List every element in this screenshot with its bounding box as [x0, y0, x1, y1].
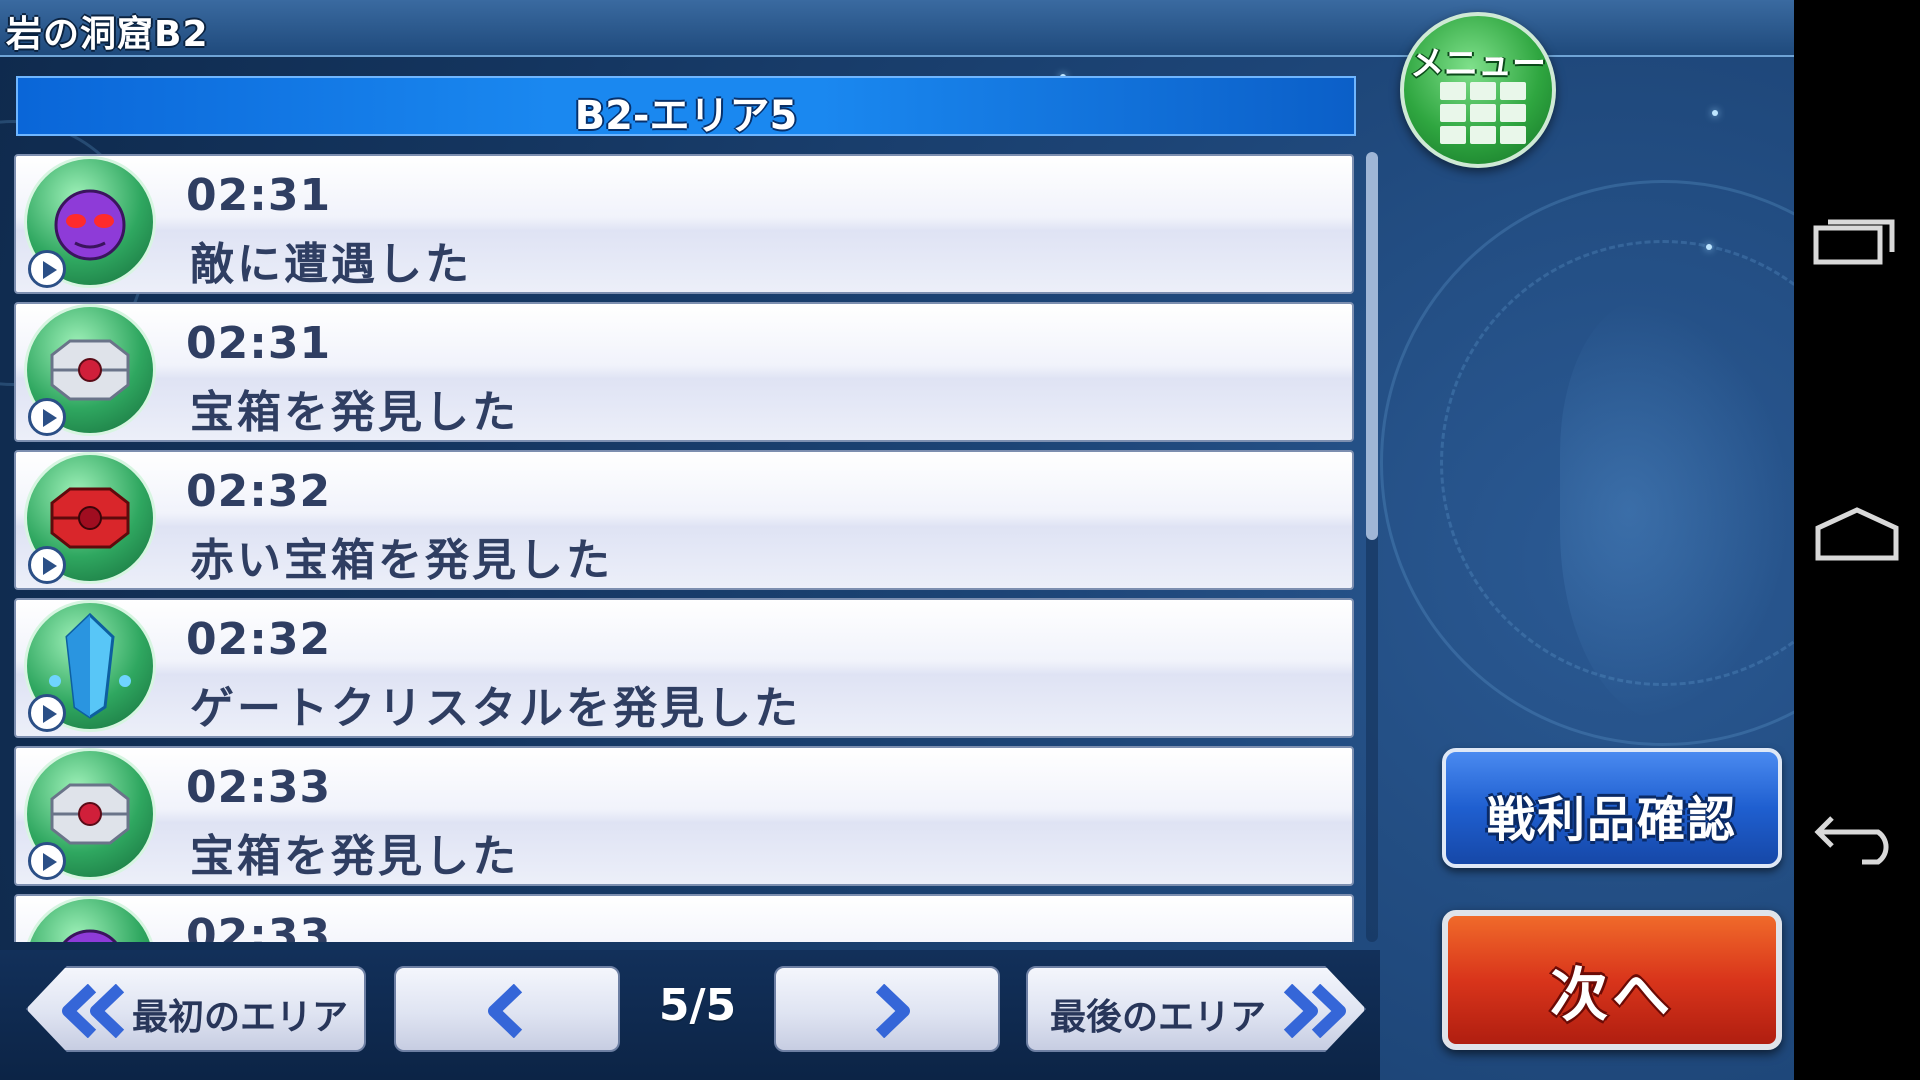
double-chevron-right-icon [1283, 984, 1346, 1038]
scrollbar-thumb[interactable] [1366, 152, 1378, 540]
next-button[interactable]: 次へ [1442, 910, 1782, 1050]
game-screen: 岩の洞窟B2 B2-エリア5 02:31 敵に遭遇した 02:31 宝箱を発見し… [0, 0, 1794, 1080]
loot-check-button[interactable]: 戦利品確認 [1442, 748, 1782, 868]
log-message: 宝箱を発見した [190, 387, 519, 438]
page-indicator: 5/5 [658, 980, 737, 1031]
log-row[interactable]: 02:33 宝箱を発見した [14, 744, 1354, 886]
first-area-label: 最初のエリア [132, 997, 349, 1038]
next-label: 次へ [1549, 961, 1674, 1029]
recent-apps-icon[interactable] [1812, 210, 1902, 266]
next-page-button[interactable] [774, 966, 1000, 1052]
first-area-button[interactable]: 最初のエリア [26, 966, 366, 1052]
home-icon[interactable] [1812, 506, 1902, 562]
log-time: 02:31 [186, 170, 332, 221]
log-row[interactable]: 02:31 宝箱を発見した [14, 300, 1354, 442]
log-time: 02:33 [186, 910, 332, 942]
log-message: ゲートクリスタルを発見した [190, 683, 801, 734]
sparkle-decoration [1706, 244, 1712, 250]
last-area-label: 最後のエリア [1050, 997, 1267, 1038]
log-message: 敵に遭遇した [190, 239, 472, 290]
log-time: 02:32 [186, 466, 332, 517]
log-row[interactable]: 02:31 敵に遭遇した [14, 152, 1354, 294]
play-icon[interactable] [28, 694, 66, 732]
grid-icon [1440, 82, 1528, 146]
area-header: B2-エリア5 [16, 76, 1356, 139]
log-row[interactable]: 02:32 赤い宝箱を発見した [14, 448, 1354, 590]
event-log-list[interactable]: 02:31 敵に遭遇した 02:31 宝箱を発見した 02:32 赤い宝箱を発見… [14, 152, 1354, 942]
menu-button[interactable]: メニュー [1400, 12, 1556, 168]
double-chevron-left-icon [62, 984, 125, 1038]
loot-check-label: 戦利品確認 [1486, 792, 1737, 848]
back-icon[interactable] [1812, 806, 1902, 866]
sparkle-decoration [1712, 110, 1718, 116]
chevron-right-icon [875, 984, 910, 1038]
log-time: 02:33 [186, 762, 332, 813]
play-icon[interactable] [28, 842, 66, 880]
log-row[interactable]: 02:33 [14, 892, 1354, 942]
dungeon-title: 岩の洞窟B2 [6, 14, 209, 55]
log-message: 宝箱を発見した [190, 831, 519, 882]
area-title: B2-エリア5 [574, 93, 798, 139]
log-time: 02:32 [186, 614, 332, 665]
last-area-button[interactable]: 最後のエリア [1026, 966, 1366, 1052]
log-time: 02:31 [186, 318, 332, 369]
android-navigation-bar [1794, 0, 1920, 1080]
log-message: 赤い宝箱を発見した [190, 535, 613, 586]
chevron-left-icon [488, 984, 523, 1038]
log-row[interactable]: 02:32 ゲートクリスタルを発見した [14, 596, 1354, 738]
menu-label: メニュー [1410, 44, 1546, 84]
play-icon[interactable] [28, 250, 66, 288]
play-icon[interactable] [28, 546, 66, 584]
previous-button[interactable] [394, 966, 620, 1052]
play-icon[interactable] [28, 398, 66, 436]
